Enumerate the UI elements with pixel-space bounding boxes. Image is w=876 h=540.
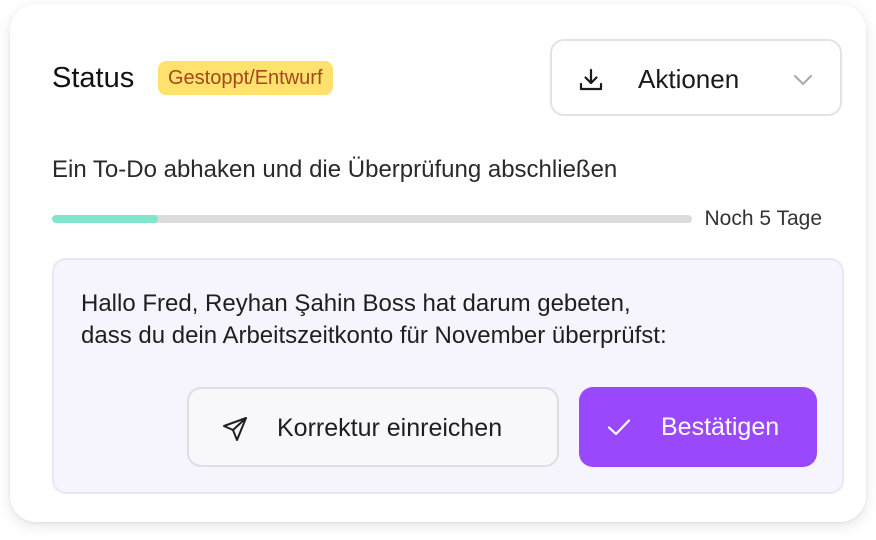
check-icon bbox=[607, 419, 631, 436]
actions-label: Aktionen bbox=[638, 64, 740, 94]
submit-correction-label: Korrektur einreichen bbox=[277, 414, 503, 442]
status-label: Status bbox=[52, 62, 135, 94]
status-badge: Gestoppt/Entwurf bbox=[158, 61, 333, 95]
remaining-time: Noch 5 Tage bbox=[704, 207, 822, 230]
confirm-button[interactable]: Bestätigen bbox=[579, 387, 817, 467]
download-icon bbox=[579, 68, 603, 91]
send-icon bbox=[223, 417, 247, 441]
submit-correction-button[interactable]: Korrektur einreichen bbox=[187, 387, 559, 467]
review-request-panel: Hallo Fred, Reyhan Şahin Boss hat darum … bbox=[52, 258, 844, 494]
chevron-down-icon bbox=[794, 75, 812, 85]
review-card: Status Gestoppt/Entwurf Aktionen Ein To-… bbox=[10, 4, 866, 522]
confirm-label: Bestätigen bbox=[661, 413, 780, 441]
request-message-line-1: Hallo Fred, Reyhan Şahin Boss hat darum … bbox=[81, 290, 631, 317]
progress-bar-fill bbox=[52, 215, 158, 223]
request-message-line-2: dass du dein Arbeitszeitkonto für Novemb… bbox=[81, 322, 667, 349]
progress-bar bbox=[52, 215, 692, 223]
task-description: Ein To-Do abhaken und die Überprüfung ab… bbox=[52, 156, 618, 183]
actions-dropdown-button[interactable]: Aktionen bbox=[550, 39, 842, 116]
